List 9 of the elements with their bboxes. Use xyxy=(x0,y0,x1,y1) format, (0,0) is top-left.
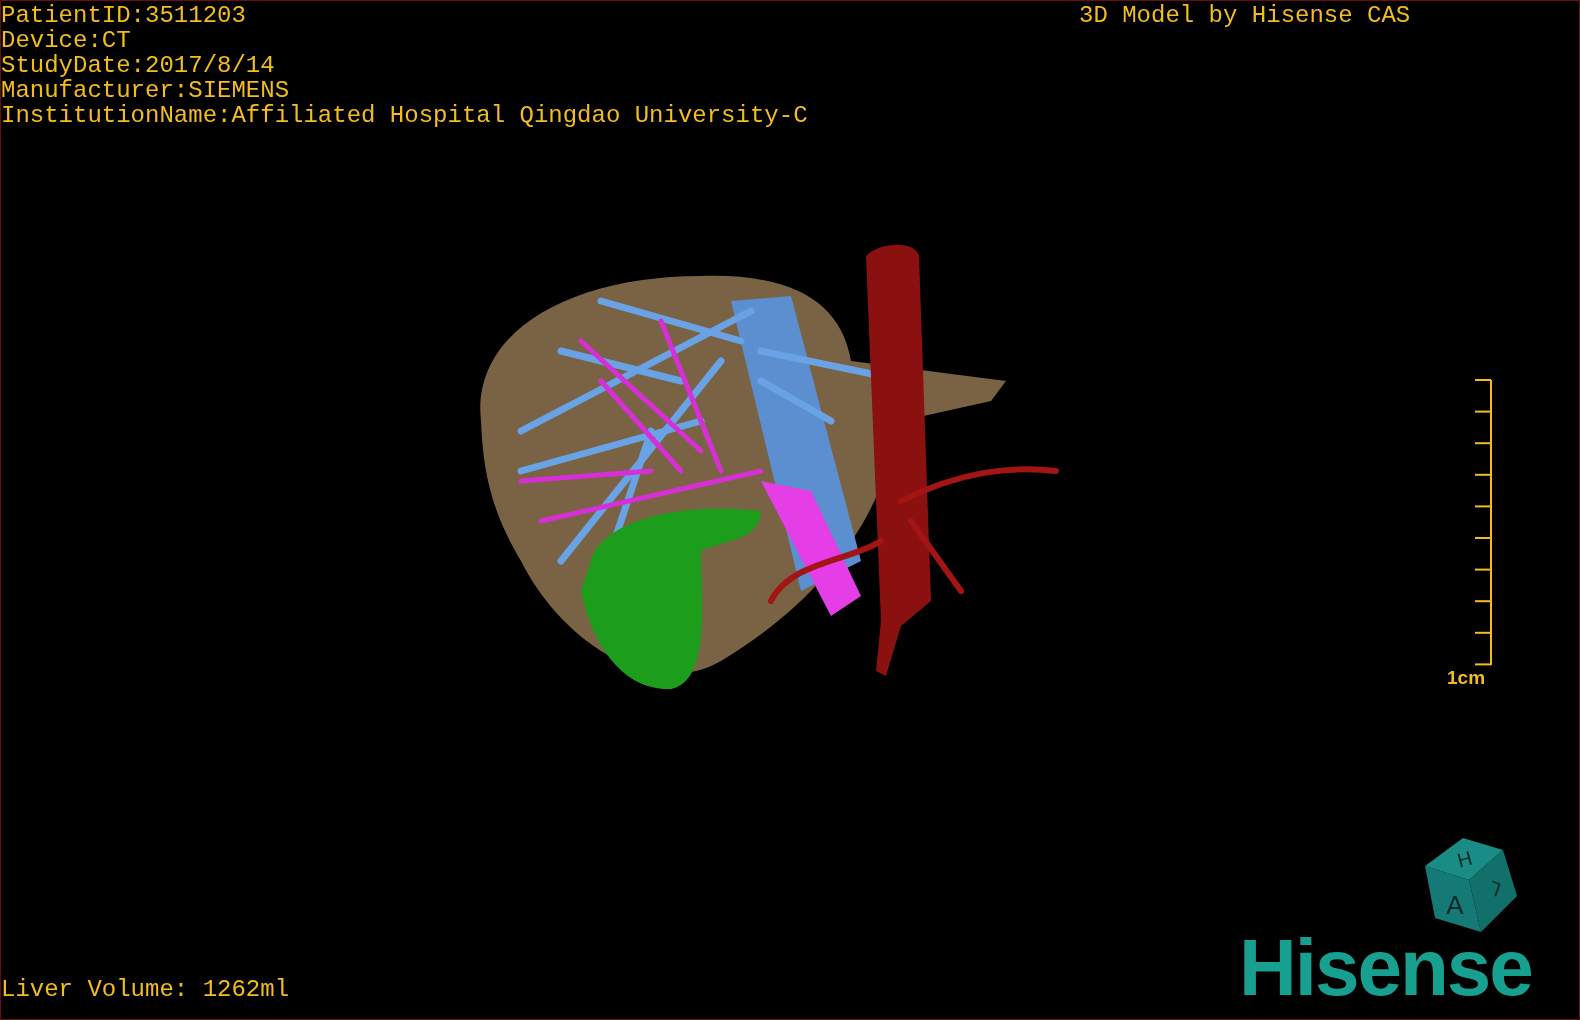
study-info-line: Manufacturer:SIEMENS xyxy=(1,78,291,103)
viewer-title: 3D Model by Hisense CAS xyxy=(1079,3,1411,28)
brand-logo: Hisense xyxy=(1239,926,1532,1010)
study-info-line: InstitutionName:Affiliated Hospital Qingdao University-C xyxy=(1,103,808,128)
scale-label: 1cm xyxy=(1447,667,1486,689)
study-info-line: Device:CT xyxy=(1,28,132,53)
study-info-line: PatientID:3511203 xyxy=(1,3,247,28)
study-info-line: StudyDate:2017/8/14 xyxy=(1,53,276,78)
liver-volume-text: Liver Volume: 1262ml xyxy=(1,977,290,1002)
